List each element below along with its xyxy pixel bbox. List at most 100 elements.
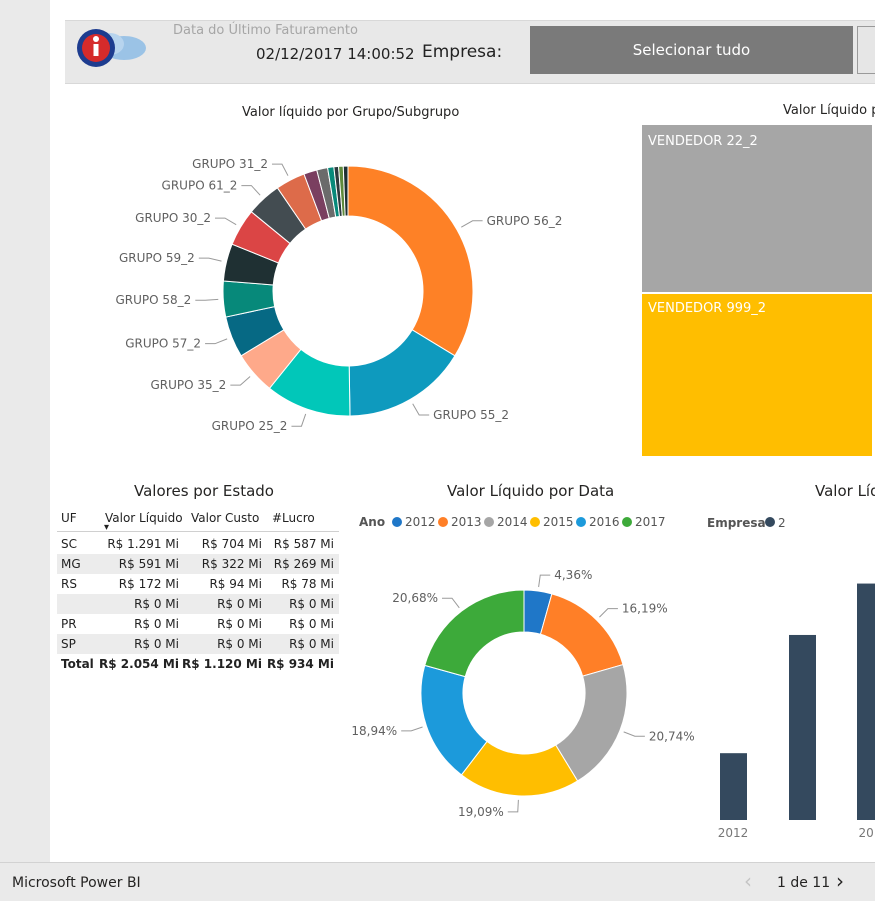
slice-label: GRUPO 57_2 <box>125 337 201 351</box>
app-name: Microsoft Power BI <box>12 875 141 891</box>
leader-line <box>198 257 222 262</box>
date-chart-title: Valor Líquido por Data <box>447 482 615 500</box>
column-header[interactable]: Valor Custo <box>191 511 259 525</box>
treemap-tile[interactable]: VENDEDOR 22_2 <box>642 125 872 292</box>
bar[interactable] <box>720 753 747 820</box>
data-label: 16,19% <box>622 602 668 616</box>
header-divider <box>57 531 339 532</box>
table-cell: R$ 0 Mi <box>217 637 262 651</box>
legend-item[interactable]: 2016 <box>589 515 620 529</box>
data-label: 4,36% <box>554 568 592 582</box>
table-row[interactable]: MG R$ 591 Mi R$ 322 Mi R$ 269 Mi <box>57 554 339 574</box>
leader-line <box>205 338 228 345</box>
table-row[interactable]: SP R$ 0 Mi R$ 0 Mi R$ 0 Mi <box>57 634 339 654</box>
leader-line <box>291 413 307 427</box>
table-cell: R$ 591 Mi <box>118 557 179 571</box>
bar-chart[interactable]: Empresa 2 2012 201 <box>700 505 875 845</box>
table-row[interactable]: PR R$ 0 Mi R$ 0 Mi R$ 0 Mi <box>57 614 339 634</box>
table-cell: R$ 1.291 Mi <box>107 537 179 551</box>
legend-item[interactable]: 2012 <box>405 515 436 529</box>
data-label: 20,68% <box>392 591 438 605</box>
slice-label: GRUPO 25_2 <box>212 419 288 433</box>
leader-line <box>401 726 423 732</box>
next-page-icon[interactable]: › <box>836 869 844 893</box>
legend-title: Ano <box>359 515 385 529</box>
page-indicator: 1 de 11 <box>777 875 831 891</box>
donut-slice[interactable] <box>539 593 624 677</box>
slice-label: GRUPO 30_2 <box>135 211 211 225</box>
legend-item[interactable]: 2014 <box>497 515 528 529</box>
legend-marker <box>576 517 586 527</box>
table-cell: R$ 0 Mi <box>134 597 179 611</box>
previous-page-icon[interactable]: ‹ <box>744 869 752 893</box>
column-header[interactable]: Valor Líquido <box>105 511 183 525</box>
table-header-row: UF Valor Líquido Valor Custo #Lucro ▾ <box>57 508 339 533</box>
leader-line <box>214 217 237 226</box>
x-tick-label: 201 <box>859 826 875 840</box>
data-label: 19,09% <box>458 805 504 819</box>
leader-line <box>461 220 483 228</box>
legend-marker <box>484 517 494 527</box>
state-table-title: Valores por Estado <box>134 482 274 500</box>
legend-item[interactable]: 2013 <box>451 515 482 529</box>
table-row[interactable]: SC R$ 1.291 Mi R$ 704 Mi R$ 587 Mi <box>57 534 339 554</box>
data-label: 18,94% <box>351 724 397 738</box>
table-row[interactable]: R$ 0 Mi R$ 0 Mi R$ 0 Mi <box>57 594 339 614</box>
table-cell: R$ 0 Mi <box>289 637 334 651</box>
table-cell: SC <box>61 537 77 551</box>
slice-label: GRUPO 55_2 <box>433 408 509 422</box>
group-donut-chart[interactable]: GRUPO 56_2 GRUPO 55_2 GRUPO 25_2 GRUPO 35_2… <box>100 130 600 450</box>
legend-marker <box>530 517 540 527</box>
table-cell: MG <box>61 557 81 571</box>
legend-item[interactable]: 2015 <box>543 515 574 529</box>
slice-label: GRUPO 58_2 <box>115 293 191 307</box>
treemap-tile-label: VENDEDOR 22_2 <box>648 134 758 149</box>
table-cell: R$ 78 Mi <box>281 577 334 591</box>
left-gutter <box>0 0 50 862</box>
leader-line <box>507 799 519 813</box>
treemap-tile-label: VENDEDOR 999_2 <box>648 301 767 316</box>
leader-line <box>241 185 261 196</box>
slice-label: GRUPO 35_2 <box>151 378 227 392</box>
treemap-tile[interactable]: VENDEDOR 999_2 <box>642 294 872 456</box>
last-billing-value: 02/12/2017 14:00:52 <box>256 45 415 63</box>
table-cell: R$ 94 Mi <box>209 577 262 591</box>
select-all-button[interactable]: Selecionar tudo <box>530 26 853 74</box>
data-label: 20,74% <box>649 729 695 743</box>
leader-line <box>623 731 645 737</box>
table-cell: R$ 704 Mi <box>201 537 262 551</box>
leader-line <box>442 597 460 609</box>
company-filter-button[interactable] <box>857 26 875 74</box>
table-cell: Total <box>61 657 94 671</box>
x-tick-label: 2012 <box>718 826 749 840</box>
date-donut-chart[interactable]: Ano 2012 2013 2014 2015 2016 2017 4,36% 16,19% 20… <box>340 505 695 840</box>
legend-marker <box>622 517 632 527</box>
table-cell: R$ 934 Mi <box>266 657 334 671</box>
table-cell: R$ 587 Mi <box>273 537 334 551</box>
table-cell: R$ 172 Mi <box>118 577 179 591</box>
table-row[interactable]: RS R$ 172 Mi R$ 94 Mi R$ 78 Mi <box>57 574 339 594</box>
slice-label: GRUPO 31_2 <box>192 157 268 171</box>
column-header[interactable]: UF <box>61 511 77 525</box>
bar-chart-title: Valor Líq <box>815 482 875 500</box>
legend-marker <box>392 517 402 527</box>
slice-label: GRUPO 61_2 <box>162 179 238 193</box>
table-cell: R$ 269 Mi <box>273 557 334 571</box>
donut-slice[interactable] <box>424 589 525 678</box>
table-cell: R$ 0 Mi <box>289 597 334 611</box>
leader-line <box>230 376 251 386</box>
logo-icon <box>77 29 146 67</box>
legend-item[interactable]: 2 <box>778 516 786 530</box>
table-total-row: Total R$ 2.054 Mi R$ 1.120 Mi R$ 934 Mi <box>57 654 339 674</box>
legend-marker <box>765 517 775 527</box>
column-header[interactable]: #Lucro <box>272 511 315 525</box>
donut-slice[interactable] <box>347 165 474 357</box>
bar[interactable] <box>857 583 875 820</box>
company-filter-label: Empresa: <box>422 42 503 62</box>
bar[interactable] <box>789 634 816 820</box>
legend-item[interactable]: 2017 <box>635 515 666 529</box>
table-cell: R$ 0 Mi <box>289 617 334 631</box>
table-cell: R$ 1.120 Mi <box>182 657 262 671</box>
table-cell: RS <box>61 577 77 591</box>
table-cell: R$ 0 Mi <box>134 617 179 631</box>
